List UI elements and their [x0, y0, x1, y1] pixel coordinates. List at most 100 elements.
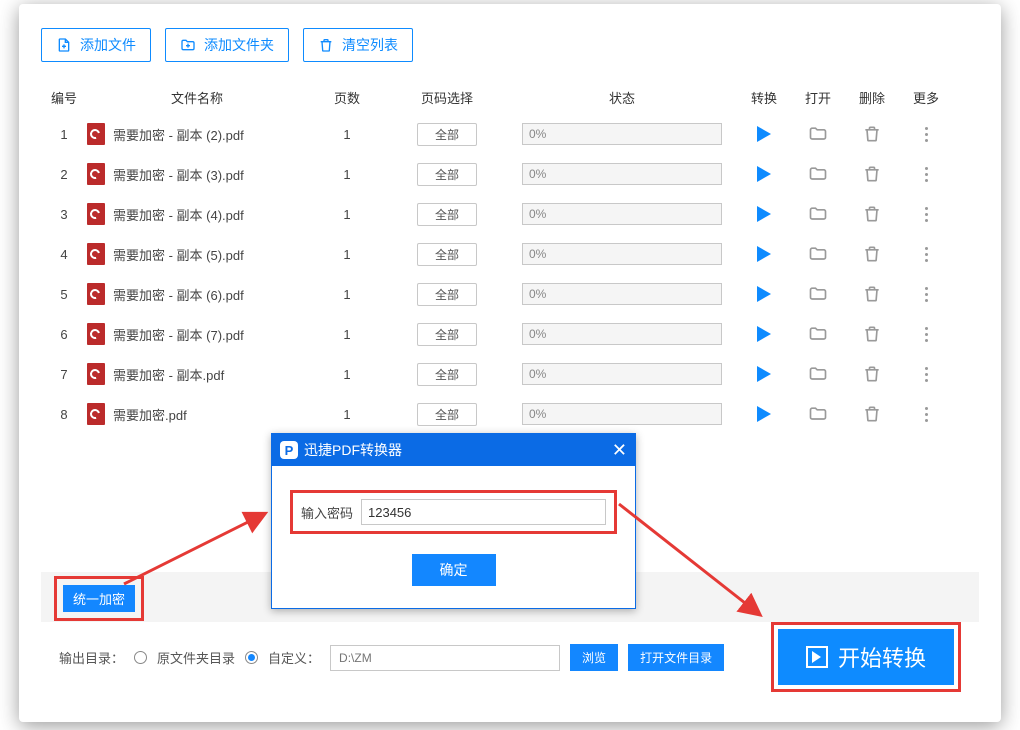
trash-icon — [862, 284, 882, 304]
row-open-button[interactable] — [791, 124, 845, 144]
row-pagecount: 1 — [307, 407, 387, 422]
more-icon — [916, 324, 936, 344]
row-index: 5 — [41, 287, 87, 302]
page-select-button[interactable]: 全部 — [417, 203, 477, 226]
play-box-icon — [806, 646, 828, 668]
start-convert-button[interactable]: 开始转换 — [778, 629, 954, 685]
page-select-button[interactable]: 全部 — [417, 283, 477, 306]
row-delete-button[interactable] — [845, 204, 899, 224]
row-convert-button[interactable] — [737, 126, 791, 142]
row-filename-text: 需要加密 - 副本 (7).pdf — [113, 325, 244, 344]
password-dialog: P 迅捷PDF转换器 ✕ 输入密码 确定 — [271, 433, 636, 609]
row-open-button[interactable] — [791, 204, 845, 224]
table-row: 8需要加密.pdf1全部0% — [41, 394, 979, 434]
pdf-icon — [87, 203, 105, 225]
row-open-button[interactable] — [791, 284, 845, 304]
folder-icon — [808, 324, 828, 344]
radio-custom[interactable] — [245, 651, 258, 664]
radio-original-label: 原文件夹目录 — [157, 648, 235, 667]
row-delete-button[interactable] — [845, 164, 899, 184]
open-folder-button[interactable]: 打开文件目录 — [628, 644, 724, 671]
row-convert-button[interactable] — [737, 206, 791, 222]
more-icon — [916, 204, 936, 224]
row-more-button[interactable] — [899, 204, 953, 224]
row-filename-text: 需要加密 - 副本 (6).pdf — [113, 285, 244, 304]
add-folder-button[interactable]: 添加文件夹 — [165, 28, 289, 62]
table-row: 3需要加密 - 副本 (4).pdf1全部0% — [41, 194, 979, 234]
row-delete-button[interactable] — [845, 364, 899, 384]
row-convert-button[interactable] — [737, 326, 791, 342]
row-convert-button[interactable] — [737, 366, 791, 382]
col-name: 文件名称 — [87, 88, 307, 107]
row-more-button[interactable] — [899, 324, 953, 344]
row-convert-button[interactable] — [737, 246, 791, 262]
row-delete-button[interactable] — [845, 404, 899, 424]
row-more-button[interactable] — [899, 244, 953, 264]
dialog-titlebar[interactable]: P 迅捷PDF转换器 ✕ — [272, 434, 635, 466]
row-filename-text: 需要加密 - 副本 (2).pdf — [113, 125, 244, 144]
row-open-button[interactable] — [791, 364, 845, 384]
add-folder-icon — [180, 37, 196, 53]
row-filename-text: 需要加密.pdf — [113, 405, 187, 424]
col-pages: 页数 — [307, 88, 387, 107]
row-delete-button[interactable] — [845, 244, 899, 264]
add-file-button[interactable]: 添加文件 — [41, 28, 151, 62]
pdf-icon — [87, 283, 105, 305]
row-more-button[interactable] — [899, 284, 953, 304]
folder-icon — [808, 164, 828, 184]
row-convert-button[interactable] — [737, 406, 791, 422]
trash-icon — [862, 404, 882, 424]
page-select-button[interactable]: 全部 — [417, 403, 477, 426]
more-icon — [916, 164, 936, 184]
page-select-button[interactable]: 全部 — [417, 163, 477, 186]
row-filename: 需要加密 - 副本 (2).pdf — [87, 123, 307, 145]
output-path-input[interactable] — [330, 645, 560, 671]
row-convert-button[interactable] — [737, 286, 791, 302]
col-status: 状态 — [507, 88, 737, 107]
col-delete: 删除 — [845, 88, 899, 107]
row-delete-button[interactable] — [845, 324, 899, 344]
radio-original-folder[interactable] — [134, 651, 147, 664]
row-progress: 0% — [522, 123, 722, 145]
row-open-button[interactable] — [791, 164, 845, 184]
trash-icon — [862, 364, 882, 384]
dialog-close-button[interactable]: ✕ — [612, 441, 627, 459]
row-pagecount: 1 — [307, 167, 387, 182]
row-filename: 需要加密 - 副本 (3).pdf — [87, 163, 307, 185]
play-icon — [757, 166, 771, 182]
start-convert-label: 开始转换 — [838, 641, 926, 673]
more-icon — [916, 404, 936, 424]
pdf-icon — [87, 163, 105, 185]
row-open-button[interactable] — [791, 404, 845, 424]
row-open-button[interactable] — [791, 244, 845, 264]
row-filename: 需要加密 - 副本 (7).pdf — [87, 323, 307, 345]
browse-button[interactable]: 浏览 — [570, 644, 618, 671]
row-filename: 需要加密 - 副本 (5).pdf — [87, 243, 307, 265]
col-convert: 转换 — [737, 88, 791, 107]
unify-highlight-box: 统一加密 — [54, 576, 144, 621]
page-select-button[interactable]: 全部 — [417, 323, 477, 346]
row-delete-button[interactable] — [845, 284, 899, 304]
row-convert-button[interactable] — [737, 166, 791, 182]
row-delete-button[interactable] — [845, 124, 899, 144]
page-select-button[interactable]: 全部 — [417, 243, 477, 266]
row-more-button[interactable] — [899, 404, 953, 424]
row-progress: 0% — [522, 323, 722, 345]
pdf-icon — [87, 123, 105, 145]
row-filename-text: 需要加密 - 副本 (5).pdf — [113, 245, 244, 264]
table-row: 6需要加密 - 副本 (7).pdf1全部0% — [41, 314, 979, 354]
unify-encrypt-button[interactable]: 统一加密 — [63, 585, 135, 612]
password-input[interactable] — [361, 499, 606, 525]
page-select-button[interactable]: 全部 — [417, 363, 477, 386]
play-icon — [757, 246, 771, 262]
pdf-icon — [87, 363, 105, 385]
row-more-button[interactable] — [899, 124, 953, 144]
add-file-icon — [56, 37, 72, 53]
row-more-button[interactable] — [899, 164, 953, 184]
confirm-button[interactable]: 确定 — [412, 554, 496, 586]
page-select-button[interactable]: 全部 — [417, 123, 477, 146]
folder-icon — [808, 364, 828, 384]
clear-list-button[interactable]: 清空列表 — [303, 28, 413, 62]
row-more-button[interactable] — [899, 364, 953, 384]
row-open-button[interactable] — [791, 324, 845, 344]
